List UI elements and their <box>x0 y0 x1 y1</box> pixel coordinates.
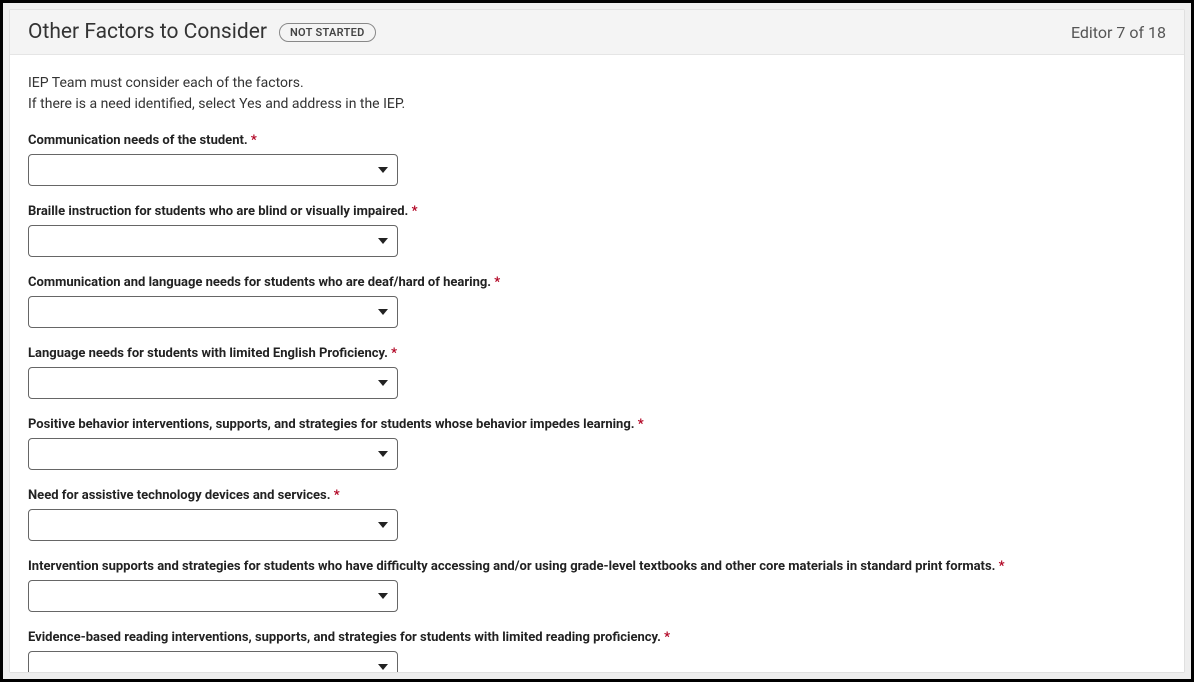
field-label: Evidence-based reading interventions, su… <box>28 630 1166 645</box>
label-text: Communication and language needs for stu… <box>28 275 491 290</box>
field-label: Need for assistive technology devices an… <box>28 488 1166 503</box>
field-label: Intervention supports and strategies for… <box>28 559 1166 574</box>
assistive-technology-select[interactable] <box>28 509 398 541</box>
field-label: Communication and language needs for stu… <box>28 275 1166 290</box>
limited-english-select[interactable] <box>28 367 398 399</box>
required-mark: * <box>664 630 670 645</box>
reading-interventions-select[interactable] <box>28 651 398 672</box>
required-mark: * <box>494 275 500 290</box>
communication-needs-select[interactable] <box>28 154 398 186</box>
label-text: Language needs for students with limited… <box>28 346 388 361</box>
label-text: Communication needs of the student. <box>28 133 248 148</box>
status-badge: NOT STARTED <box>279 23 376 42</box>
page-title: Other Factors to Consider <box>28 20 267 44</box>
required-mark: * <box>251 133 257 148</box>
select-wrap <box>28 438 398 470</box>
field-label: Positive behavior interventions, support… <box>28 417 1166 432</box>
label-text: Need for assistive technology devices an… <box>28 488 330 503</box>
field-braille-instruction: Braille instruction for students who are… <box>28 204 1166 257</box>
panel-body: IEP Team must consider each of the facto… <box>10 55 1184 672</box>
field-intervention-supports: Intervention supports and strategies for… <box>28 559 1166 612</box>
field-positive-behavior: Positive behavior interventions, support… <box>28 417 1166 470</box>
intro-line-2: If there is a need identified, select Ye… <box>28 94 1166 115</box>
required-mark: * <box>999 559 1005 574</box>
select-wrap <box>28 580 398 612</box>
required-mark: * <box>391 346 397 361</box>
editor-count: Editor 7 of 18 <box>1071 23 1166 42</box>
deaf-hard-of-hearing-select[interactable] <box>28 296 398 328</box>
field-communication-needs: Communication needs of the student. * <box>28 133 1166 186</box>
header-left: Other Factors to Consider NOT STARTED <box>28 20 376 44</box>
intro-text: IEP Team must consider each of the facto… <box>28 73 1166 115</box>
positive-behavior-select[interactable] <box>28 438 398 470</box>
required-mark: * <box>638 417 644 432</box>
required-mark: * <box>412 204 418 219</box>
intro-line-1: IEP Team must consider each of the facto… <box>28 73 1166 94</box>
editor-panel: Other Factors to Consider NOT STARTED Ed… <box>9 9 1185 673</box>
field-limited-english: Language needs for students with limited… <box>28 346 1166 399</box>
label-text: Braille instruction for students who are… <box>28 204 408 219</box>
select-wrap <box>28 225 398 257</box>
label-text: Positive behavior interventions, support… <box>28 417 635 432</box>
select-wrap <box>28 296 398 328</box>
field-label: Language needs for students with limited… <box>28 346 1166 361</box>
select-wrap <box>28 651 398 672</box>
field-label: Braille instruction for students who are… <box>28 204 1166 219</box>
select-wrap <box>28 367 398 399</box>
field-deaf-hard-of-hearing: Communication and language needs for stu… <box>28 275 1166 328</box>
select-wrap <box>28 154 398 186</box>
field-reading-interventions: Evidence-based reading interventions, su… <box>28 630 1166 672</box>
field-label: Communication needs of the student. * <box>28 133 1166 148</box>
braille-instruction-select[interactable] <box>28 225 398 257</box>
field-assistive-technology: Need for assistive technology devices an… <box>28 488 1166 541</box>
required-mark: * <box>334 488 340 503</box>
intervention-supports-select[interactable] <box>28 580 398 612</box>
label-text: Intervention supports and strategies for… <box>28 559 995 574</box>
panel-header: Other Factors to Consider NOT STARTED Ed… <box>10 10 1184 55</box>
app-frame: Other Factors to Consider NOT STARTED Ed… <box>0 0 1194 682</box>
select-wrap <box>28 509 398 541</box>
label-text: Evidence-based reading interventions, su… <box>28 630 661 645</box>
